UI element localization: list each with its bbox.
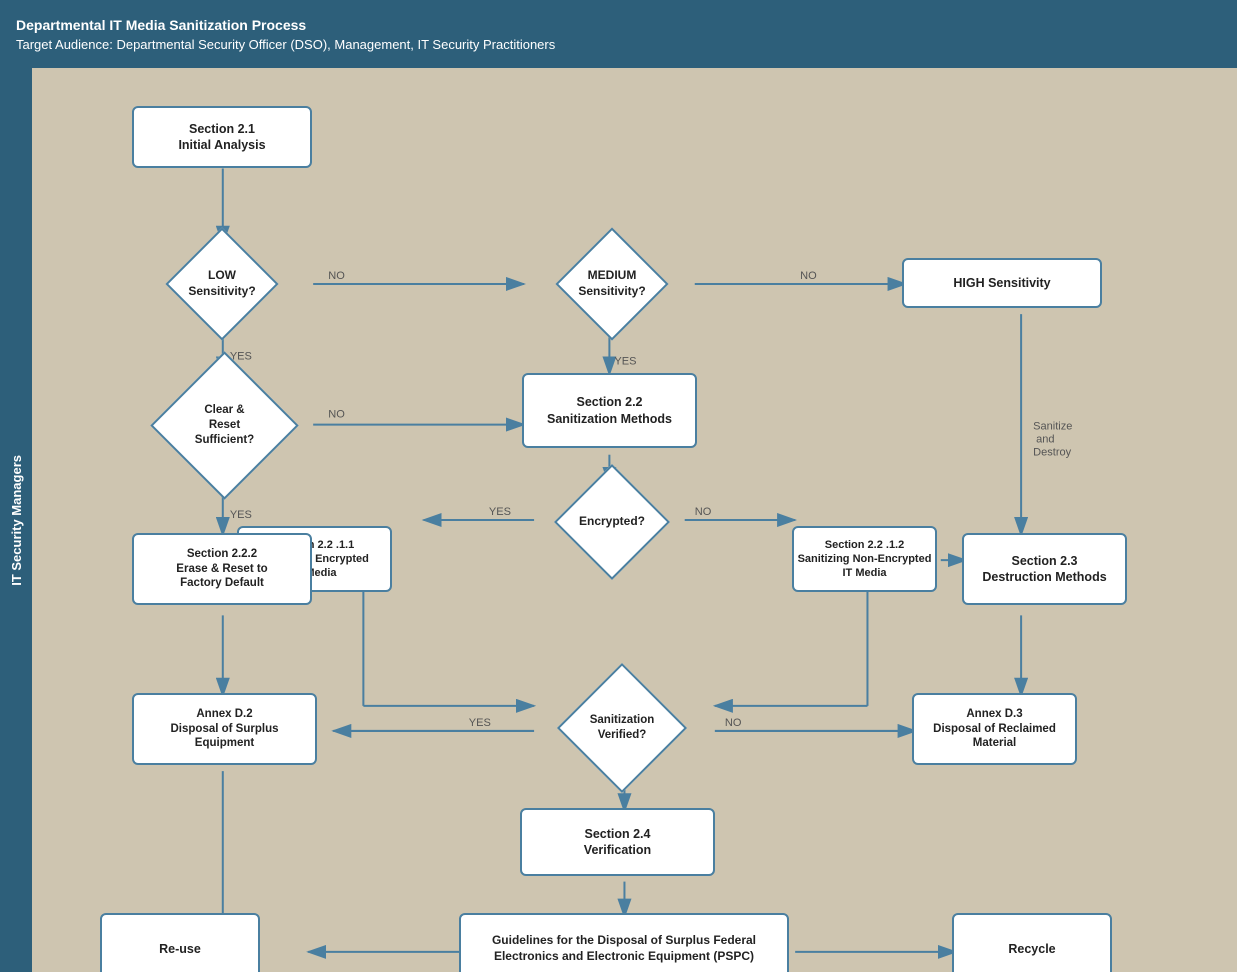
section2212-box: Section 2.2 .1.2 Sanitizing Non-Encrypte… <box>792 526 937 592</box>
side-label-bar: IT Security Managers <box>0 68 32 972</box>
svg-text:NO: NO <box>725 717 742 729</box>
low-sensitivity-diamond: LOWSensitivity? <box>132 241 312 326</box>
svg-text:NO: NO <box>328 270 345 282</box>
annex-d2-box: Annex D.2 Disposal of Surplus Equipment <box>132 693 317 765</box>
annex-d3-box: Annex D.3 Disposal of Reclaimed Material <box>912 693 1077 765</box>
reuse-box: Re-use <box>100 913 260 972</box>
svg-text:NO: NO <box>328 409 345 421</box>
section22-box: Section 2.2 Sanitization Methods <box>522 373 697 448</box>
guidelines-box: Guidelines for the Disposal of Surplus F… <box>459 913 789 972</box>
svg-text:and: and <box>1036 434 1054 446</box>
section21-box: Section 2.1 Initial Analysis <box>132 106 312 168</box>
svg-text:Destroy: Destroy <box>1033 447 1071 459</box>
svg-text:YES: YES <box>469 717 491 729</box>
svg-text:YES: YES <box>230 509 252 521</box>
encrypted-diamond: Encrypted? <box>522 478 702 566</box>
svg-text:YES: YES <box>614 355 636 367</box>
header: Departmental IT Media Sanitization Proce… <box>0 0 1237 68</box>
section222-box: Section 2.2.2 Erase & Reset to Factory D… <box>132 533 312 605</box>
sanitization-verified-diamond: SanitizationVerified? <box>527 678 717 778</box>
header-subtitle: Target Audience: Departmental Security O… <box>16 37 1221 52</box>
medium-sensitivity-diamond: MEDIUMSensitivity? <box>522 241 702 326</box>
recycle-box: Recycle <box>952 913 1112 972</box>
high-sensitivity-box: HIGH Sensitivity <box>902 258 1102 308</box>
svg-text:YES: YES <box>489 506 511 518</box>
header-title: Departmental IT Media Sanitization Proce… <box>16 17 1221 33</box>
diagram-area: NO NO YES YES NO YES YES NO YES NO Sanit… <box>32 68 1237 972</box>
section23-box: Section 2.3 Destruction Methods <box>962 533 1127 605</box>
svg-text:NO: NO <box>800 270 817 282</box>
clear-reset-diamond: Clear &ResetSufficient? <box>127 368 322 483</box>
section24-box: Section 2.4 Verification <box>520 808 715 876</box>
side-label-text: IT Security Managers <box>9 455 24 586</box>
svg-text:Sanitize: Sanitize <box>1033 421 1072 433</box>
